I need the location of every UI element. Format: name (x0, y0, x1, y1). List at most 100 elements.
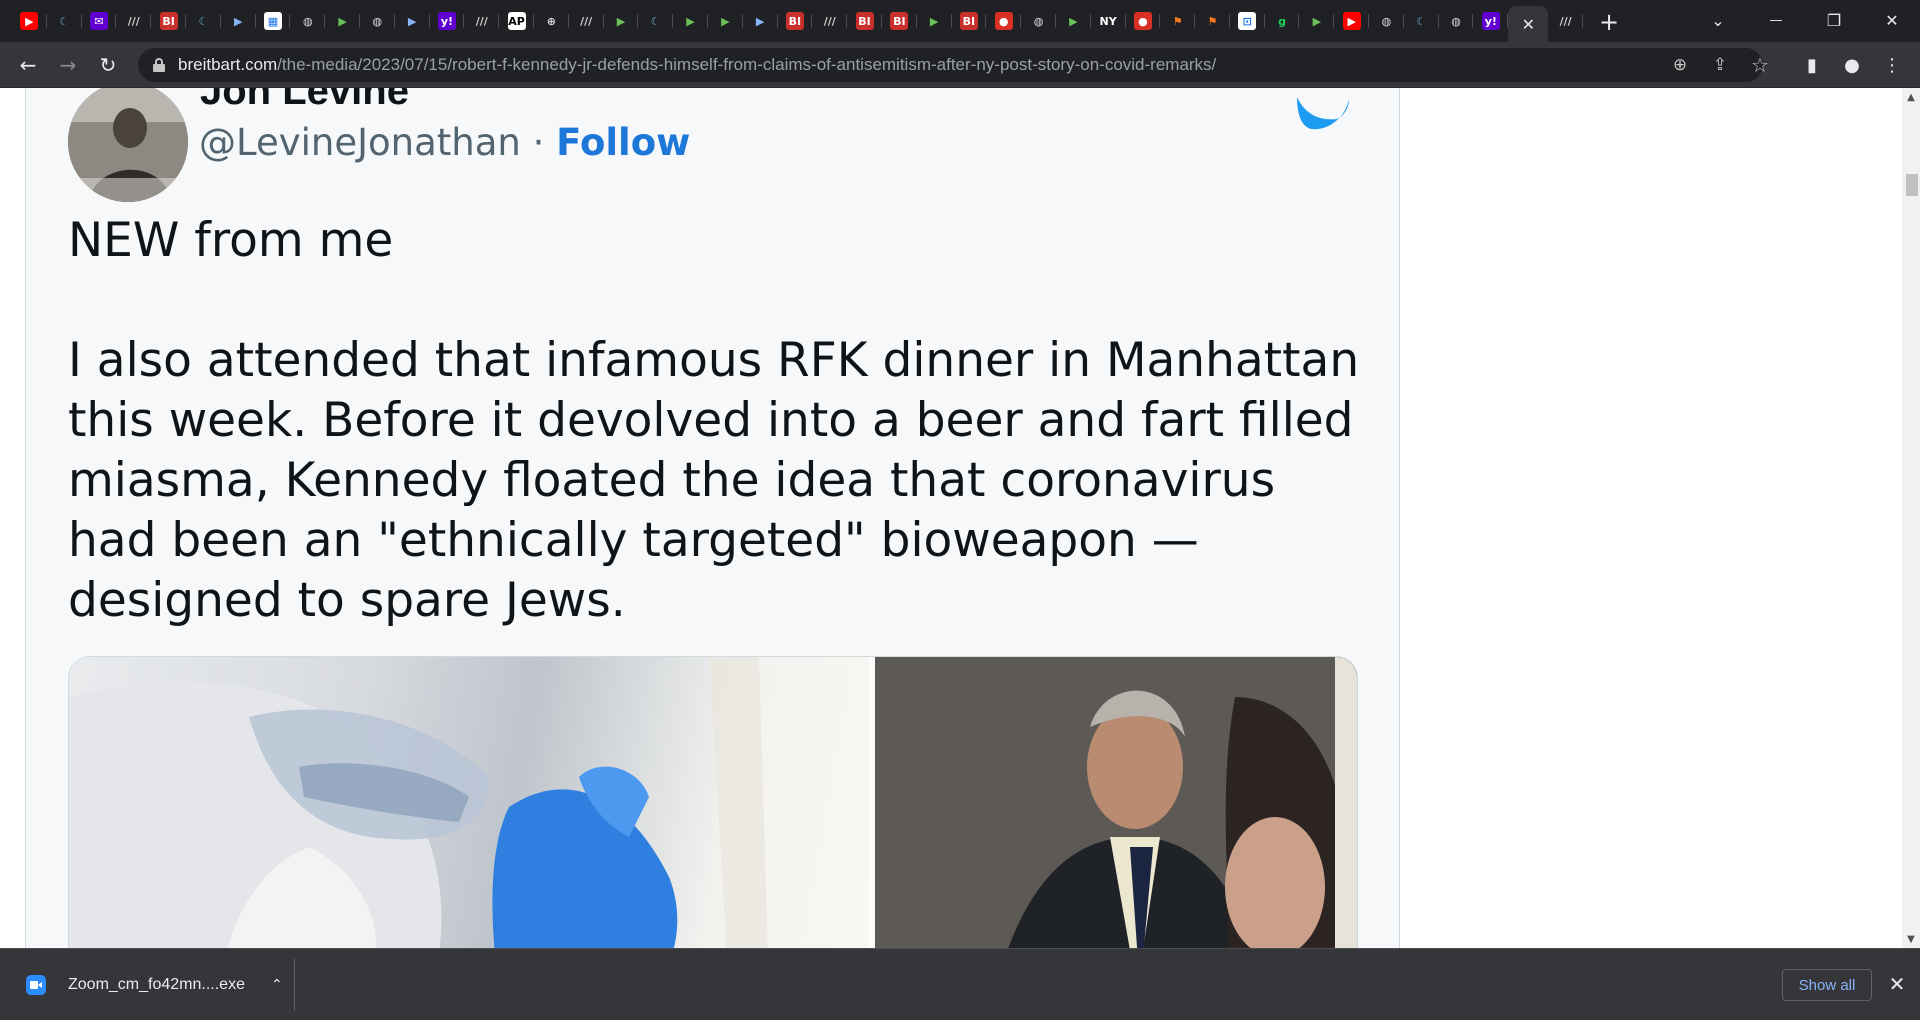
browser-tab[interactable]: BI (151, 6, 186, 36)
tab-generic-icon: /// (1559, 14, 1572, 28)
browser-tab[interactable]: ⚑ (1195, 6, 1230, 36)
browser-tab[interactable]: ▶ (673, 6, 708, 36)
embedded-tweet[interactable]: Jon Levine @LevineJonathan · Follow NEW … (25, 88, 1400, 948)
browser-tab[interactable]: ▶ (221, 6, 256, 36)
menu-icon[interactable]: ⋮ (1880, 53, 1904, 77)
download-file-name[interactable]: Zoom_cm_fo42mn....exe (68, 976, 245, 994)
browser-tab[interactable]: /// (464, 6, 499, 36)
new-tab-button[interactable]: + (1595, 8, 1623, 36)
browser-tab[interactable]: ◍ (1021, 6, 1056, 36)
browser-tab[interactable]: ⊕ (534, 6, 569, 36)
browser-tab[interactable]: BI (847, 6, 882, 36)
browser-tab[interactable]: ◍ (290, 6, 325, 36)
browser-tab[interactable]: /// (116, 6, 151, 36)
browser-tab[interactable]: ☾ (638, 6, 673, 36)
play-icon: ▶ (333, 12, 352, 30)
media-photo-dinner-guest[interactable] (875, 657, 1357, 948)
browser-tab[interactable]: ◍ (1369, 6, 1404, 36)
browser-tab[interactable]: /// (569, 6, 604, 36)
zoom-icon[interactable]: ⊕ (1669, 54, 1691, 76)
reload-button[interactable]: ↻ (92, 49, 124, 81)
tweet-text: NEW from me I also attended that infamou… (68, 211, 1368, 631)
browser-tab[interactable]: ▶ (604, 6, 639, 36)
play-icon: ▶ (1064, 12, 1083, 30)
close-downloads-icon[interactable]: ✕ (1884, 971, 1910, 997)
tweet-handle[interactable]: @LevineJonathan (199, 121, 521, 164)
browser-tab[interactable]: ☾ (47, 6, 82, 36)
tweet-author-name[interactable]: Jon Levine (200, 88, 409, 114)
tab-generic-icon: /// (820, 12, 839, 30)
tab-generic-icon: /// (472, 12, 491, 30)
handle-separator: · (520, 121, 557, 164)
show-all-button[interactable]: Show all (1782, 969, 1872, 1001)
scrollbar-thumb[interactable] (1906, 174, 1918, 196)
address-bar[interactable]: breitbart.com/the-media/2023/07/15/rober… (138, 48, 1769, 82)
browser-tab[interactable]: ▶ (708, 6, 743, 36)
download-item[interactable]: Zoom_cm_fo42mn....exe ⌃ (14, 949, 294, 1021)
page-scrollbar[interactable]: ▲ ▼ (1902, 88, 1920, 948)
follow-button[interactable]: Follow (556, 121, 690, 164)
downloads-divider (294, 959, 295, 1011)
browser-tab[interactable]: /// (1548, 6, 1583, 36)
browser-tab[interactable]: ☾ (186, 6, 221, 36)
tab-search-button[interactable]: ⌄ (1690, 0, 1746, 40)
lock-icon[interactable] (153, 58, 165, 72)
scroll-up-arrow[interactable]: ▲ (1902, 88, 1920, 106)
avatar[interactable] (68, 88, 188, 202)
browser-tab[interactable]: ✉ (82, 6, 117, 36)
bookmark-icon: ⚑ (1168, 12, 1187, 30)
browser-tab[interactable]: AP (499, 6, 534, 36)
chevron-up-icon[interactable]: ⌃ (271, 977, 283, 993)
close-tab-icon[interactable]: ✕ (1522, 15, 1535, 34)
side-panel-icon[interactable]: ▮ (1800, 53, 1824, 77)
browser-tab[interactable]: ▦ (256, 6, 291, 36)
browser-tab[interactable]: y! (430, 6, 465, 36)
globe-icon: ⊕ (542, 12, 561, 30)
browser-tab[interactable]: ▶ (325, 6, 360, 36)
forward-button[interactable]: → (52, 49, 84, 81)
browser-tab[interactable]: y! (1473, 6, 1509, 36)
globe-icon: ◍ (1029, 12, 1048, 30)
twitter-bird-icon[interactable] (1291, 89, 1351, 149)
back-button[interactable]: ← (12, 49, 44, 81)
restore-button[interactable]: ❐ (1806, 0, 1862, 40)
browser-tab[interactable]: BI (882, 6, 917, 36)
browser-tab[interactable]: NY (1091, 6, 1126, 36)
url-text[interactable]: breitbart.com/the-media/2023/07/15/rober… (178, 48, 1216, 82)
tab-list: ▶ ☾ ✉ /// BI ☾ ▶ ▦ ◍ ▶ ◍ ▶ y! /// AP ⊕ /// ▶ ☾ ▶ ▶ ▶ BI /// BI BI… (12, 6, 1583, 42)
browser-tab[interactable]: ⚑ (1160, 6, 1195, 36)
browser-tab[interactable]: ▶ (917, 6, 952, 36)
browser-tab[interactable]: BI (778, 6, 813, 36)
browser-tab[interactable]: ▶ (395, 6, 430, 36)
browser-tab[interactable]: g (1265, 6, 1300, 36)
browser-tab[interactable]: ● (1126, 6, 1161, 36)
browser-tab[interactable]: ◍ (1439, 6, 1474, 36)
browser-tab[interactable]: ◍ (360, 6, 395, 36)
browser-tab[interactable]: ☾ (1404, 6, 1439, 36)
bi-icon: BI (959, 12, 978, 30)
browser-tab[interactable]: ● (986, 6, 1021, 36)
browser-tab[interactable]: ▶ (1056, 6, 1091, 36)
browser-tab[interactable]: ▶ (12, 6, 47, 36)
share-icon[interactable]: ⇪ (1709, 54, 1731, 76)
profile-icon[interactable]: ● (1840, 53, 1864, 77)
active-tab[interactable]: ✕ (1508, 6, 1549, 42)
bookmark-star-icon[interactable]: ☆ (1749, 53, 1771, 77)
minimize-button[interactable]: — (1748, 0, 1804, 40)
media-photo-lab-worker[interactable] (69, 657, 869, 948)
browser-tab[interactable]: ▶ (1334, 6, 1369, 36)
youtube-icon: ▶ (20, 12, 39, 30)
tab-generic-icon: /// (124, 12, 143, 30)
scroll-down-arrow[interactable]: ▼ (1902, 930, 1920, 948)
page-viewport: Jon Levine @LevineJonathan · Follow NEW … (0, 88, 1920, 948)
browser-tab[interactable]: BI (952, 6, 987, 36)
url-path: /the-media/2023/07/15/robert-f-kennedy-j… (277, 55, 1217, 74)
tab-strip: ▶ ☾ ✉ /// BI ☾ ▶ ▦ ◍ ▶ ◍ ▶ y! /// AP ⊕ /// ▶ ☾ ▶ ▶ ▶ BI /// BI BI… (0, 0, 1920, 42)
browser-tab[interactable]: ▶ (743, 6, 778, 36)
close-window-button[interactable]: ✕ (1864, 0, 1920, 40)
browser-tab[interactable]: ⊡ (1230, 6, 1265, 36)
browser-tab[interactable]: /// (812, 6, 847, 36)
browser-tab[interactable]: ▶ (1299, 6, 1335, 36)
tweet-media-grid[interactable] (68, 656, 1358, 948)
globe-icon: ◍ (1377, 12, 1396, 30)
